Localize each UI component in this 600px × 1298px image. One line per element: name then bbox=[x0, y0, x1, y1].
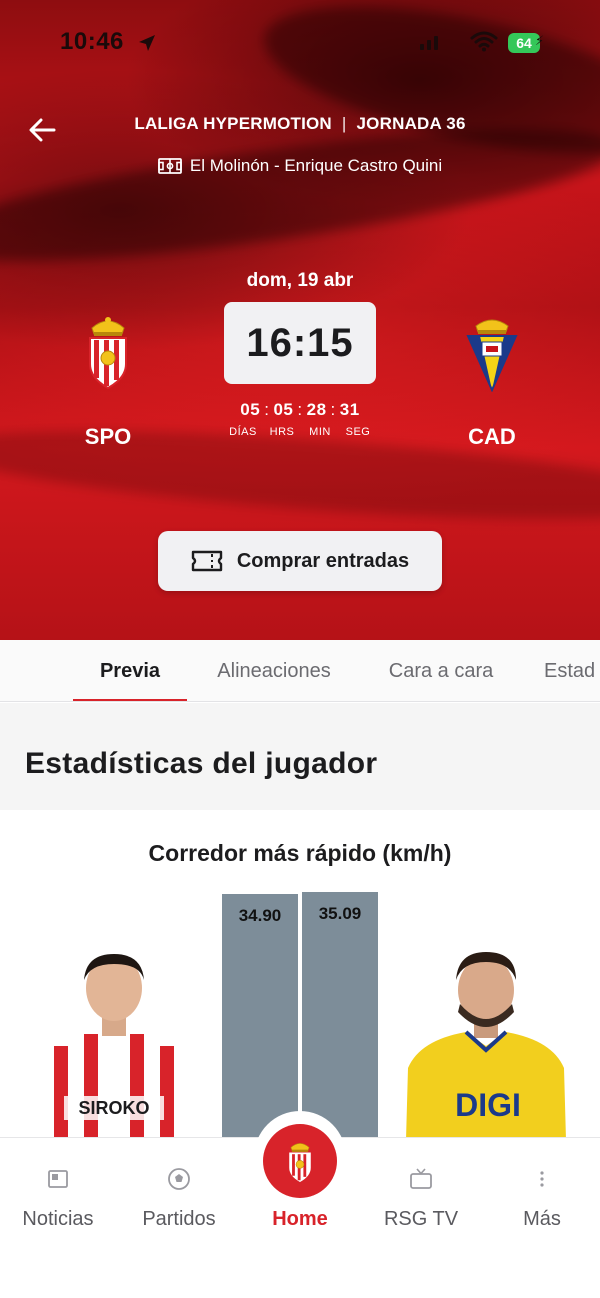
header-separator: | bbox=[341, 114, 347, 133]
section-title: Estadísticas del jugador bbox=[25, 747, 378, 780]
away-shirt-sponsor: DIGI bbox=[455, 1087, 521, 1123]
nav-home[interactable]: Home bbox=[240, 1208, 360, 1231]
match-date: dom, 19 abr bbox=[246, 270, 354, 291]
nav-partidos[interactable]: Partidos bbox=[119, 1166, 239, 1231]
nav-noticias-label: Noticias bbox=[22, 1208, 94, 1230]
away-stat-bar: 35.09 bbox=[302, 892, 378, 1140]
away-player-photo: DIGI bbox=[406, 952, 566, 1140]
home-team[interactable]: SPO bbox=[48, 312, 168, 450]
home-player-photo: SIROKO bbox=[34, 954, 194, 1140]
nav-mas[interactable]: Más bbox=[482, 1166, 600, 1231]
ticket-icon bbox=[191, 550, 223, 572]
stat-label: Corredor más rápido (km/h) bbox=[148, 840, 452, 866]
tab-alineaciones[interactable]: Alineaciones bbox=[210, 640, 338, 701]
location-arrow-icon bbox=[139, 35, 155, 51]
home-stat-value: 34.90 bbox=[238, 906, 282, 925]
player-stat-card: Corredor más rápido (km/h) SIROKO 34.90 … bbox=[0, 810, 600, 1140]
tab-previa[interactable]: Previa bbox=[73, 640, 187, 701]
nav-mas-label: Más bbox=[523, 1208, 561, 1230]
tv-icon bbox=[410, 1168, 432, 1189]
status-bar: 10:46 64 ⚡ bbox=[0, 0, 600, 88]
home-team-abbr: SPO bbox=[84, 424, 132, 449]
sporting-crest-icon bbox=[89, 317, 127, 390]
countdown-minutes-label: MIN bbox=[309, 426, 331, 438]
home-shirt-sponsor: SIROKO bbox=[78, 1098, 149, 1118]
countdown-seconds: 31 bbox=[339, 400, 360, 419]
home-crest-icon bbox=[289, 1143, 311, 1183]
news-icon bbox=[48, 1170, 68, 1188]
nav-rsg-tv[interactable]: RSG TV bbox=[361, 1166, 481, 1231]
nav-rsg-tv-label: RSG TV bbox=[383, 1208, 459, 1230]
countdown-hours: 05 bbox=[273, 400, 294, 419]
tab-cara-a-cara[interactable]: Cara a cara bbox=[384, 640, 498, 701]
nav-partidos-label: Partidos bbox=[142, 1208, 216, 1230]
charging-bolt-icon: ⚡ bbox=[535, 34, 545, 49]
countdown-days: 05 bbox=[240, 400, 261, 419]
round-label: JORNADA 36 bbox=[356, 114, 466, 133]
match-hero: 10:46 64 ⚡ LALIGA HYPERMOTION | JORNADA 36 bbox=[0, 0, 600, 640]
signal-icon bbox=[420, 36, 438, 50]
match-header: LALIGA HYPERMOTION | JORNADA 36 bbox=[0, 114, 600, 134]
buy-tickets-button[interactable]: Comprar entradas bbox=[158, 531, 442, 591]
countdown-hours-label: HRS bbox=[269, 426, 295, 438]
cadiz-crest-icon bbox=[466, 319, 518, 392]
kickoff-time: 16:15 bbox=[224, 302, 376, 384]
nav-noticias[interactable]: Noticias bbox=[0, 1166, 118, 1231]
status-time: 10:46 bbox=[60, 28, 124, 55]
section-header: Estadísticas del jugador bbox=[0, 703, 600, 810]
countdown-minutes: 28 bbox=[306, 400, 327, 419]
away-stat-value: 35.09 bbox=[318, 904, 362, 923]
wifi-icon bbox=[470, 31, 498, 52]
stadium-pitch-icon bbox=[157, 158, 182, 174]
away-team-abbr: CAD bbox=[468, 424, 516, 449]
nav-home-label: Home bbox=[272, 1208, 328, 1230]
away-team[interactable]: CAD bbox=[432, 312, 552, 450]
countdown-days-label: DÍAS bbox=[229, 426, 257, 438]
home-crest-button[interactable] bbox=[254, 1111, 346, 1203]
more-dots-icon bbox=[540, 1171, 544, 1187]
countdown-seconds-label: SEG bbox=[345, 426, 371, 438]
competition-name: LALIGA HYPERMOTION bbox=[134, 114, 332, 133]
venue-row: El Molinón - Enrique Castro Quini bbox=[0, 156, 600, 176]
match-tabs: Previa Alineaciones Cara a cara Estad bbox=[0, 640, 600, 702]
venue-name: El Molinón - Enrique Castro Quini bbox=[189, 156, 443, 175]
tab-estadisticas[interactable]: Estad bbox=[544, 640, 600, 701]
home-stat-bar: 34.90 bbox=[222, 894, 298, 1140]
football-icon bbox=[168, 1168, 190, 1190]
buy-tickets-label: Comprar entradas bbox=[236, 549, 410, 572]
